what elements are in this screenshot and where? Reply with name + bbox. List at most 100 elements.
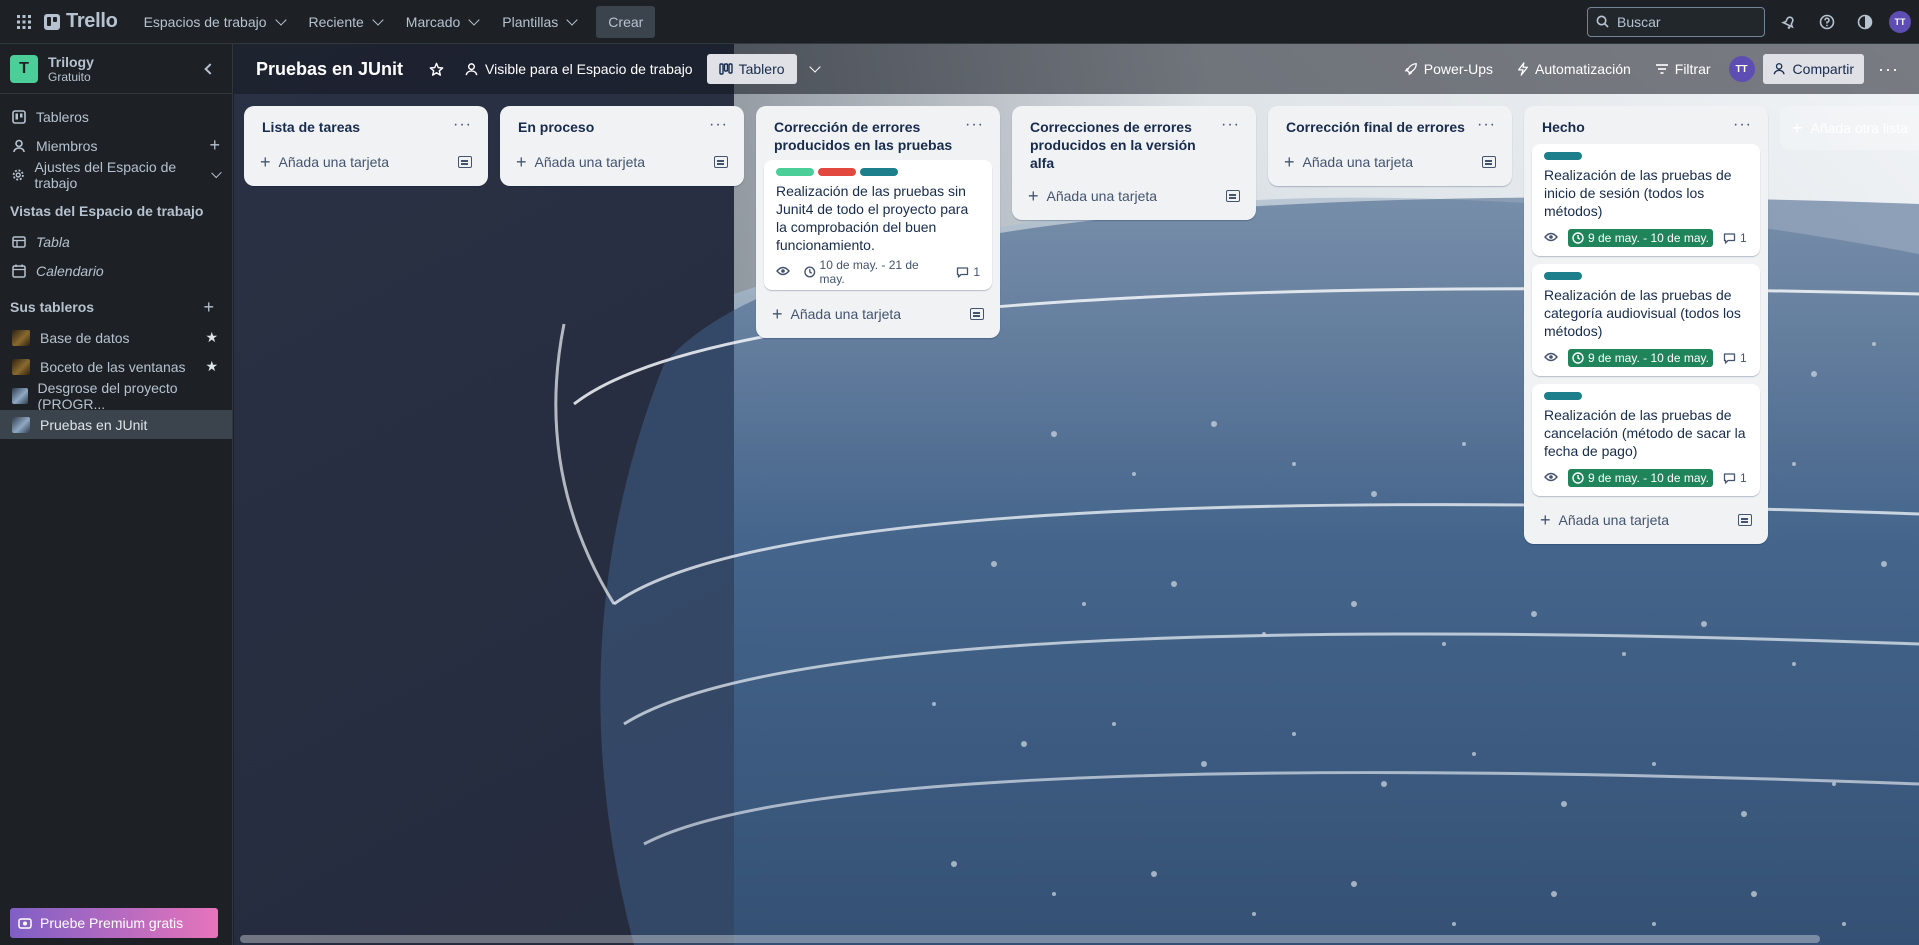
card[interactable]: Realización de las pruebas de inicio de … xyxy=(1532,144,1760,256)
card[interactable]: Realización de las pruebas de categoría … xyxy=(1532,264,1760,376)
due-date-badge[interactable]: 9 de may. - 10 de may. xyxy=(1568,469,1713,487)
add-card-button[interactable]: + Añada una tarjeta xyxy=(764,298,992,330)
chevron-down-icon[interactable] xyxy=(210,167,222,178)
list-menu-icon[interactable]: ··· xyxy=(965,117,984,133)
add-list-button[interactable]: + Añada otra lista xyxy=(1780,106,1919,150)
powerups-button[interactable]: Power-Ups xyxy=(1394,53,1503,85)
sidebar-board-database[interactable]: Base de datos ★ xyxy=(0,323,232,352)
plus-icon: + xyxy=(516,151,527,172)
sidebar-item-settings[interactable]: Ajustes del Espacio de trabajo xyxy=(0,159,232,191)
list-title[interactable]: Corrección final de errores xyxy=(1286,118,1471,136)
card-template-icon[interactable] xyxy=(458,156,472,168)
card-template-icon[interactable] xyxy=(970,308,984,320)
label-teal[interactable] xyxy=(860,168,898,176)
theme-icon[interactable] xyxy=(1851,8,1879,36)
automation-button[interactable]: Automatización xyxy=(1507,53,1641,85)
list-header[interactable]: Correcciones de errores producidos en la… xyxy=(1020,112,1248,178)
card-labels xyxy=(1544,272,1748,280)
trello-logo[interactable]: Trello xyxy=(44,10,118,33)
card-template-icon[interactable] xyxy=(714,156,728,168)
list-header[interactable]: En proceso ··· xyxy=(508,112,736,144)
list-menu-icon[interactable]: ··· xyxy=(1221,117,1240,133)
filter-icon xyxy=(1655,64,1668,74)
add-card-button[interactable]: + Añada una tarjeta xyxy=(252,146,480,178)
create-button[interactable]: Crear xyxy=(596,5,656,38)
add-member-icon[interactable]: + xyxy=(209,135,220,156)
list: Corrección de errores producidos en las … xyxy=(756,106,1000,338)
workspace-header[interactable]: T Trilogy Gratuito xyxy=(0,44,232,94)
sidebar-item-calendar[interactable]: Calendario xyxy=(0,256,232,285)
list-menu-icon[interactable]: ··· xyxy=(453,117,472,133)
sidebar-board-junit[interactable]: Pruebas en JUnit xyxy=(0,410,232,439)
visibility-button[interactable]: Visible para el Espacio de trabajo xyxy=(454,53,703,85)
label-red[interactable] xyxy=(818,168,856,176)
due-date-badge[interactable]: 10 de may. - 21 de may. xyxy=(800,256,946,288)
list-title[interactable]: Corrección de errores producidos en las … xyxy=(774,118,959,154)
bell-icon[interactable] xyxy=(1775,8,1803,36)
add-card-button[interactable]: + Añada una tarjeta xyxy=(1020,180,1248,212)
label-teal[interactable] xyxy=(1544,152,1582,160)
share-label: Compartir xyxy=(1792,61,1855,77)
list-title[interactable]: En proceso xyxy=(518,118,703,136)
list-header[interactable]: Lista de tareas ··· xyxy=(252,112,480,144)
menu-templates[interactable]: Plantillas xyxy=(490,6,588,38)
list-menu-icon[interactable]: ··· xyxy=(1477,117,1496,133)
board-thumbnail xyxy=(12,416,30,433)
due-date-badge[interactable]: 9 de may. - 10 de may. xyxy=(1568,349,1713,367)
sidebar-item-label: Miembros xyxy=(36,137,98,154)
card-labels xyxy=(1544,392,1748,400)
star-filled-icon[interactable]: ★ xyxy=(205,329,218,346)
due-date-badge[interactable]: 9 de may. - 10 de may. xyxy=(1568,229,1713,247)
star-filled-icon[interactable]: ★ xyxy=(205,358,218,375)
horizontal-scrollbar[interactable] xyxy=(240,935,1820,943)
list-title[interactable]: Correcciones de errores producidos en la… xyxy=(1030,118,1215,172)
list-title[interactable]: Hecho xyxy=(1542,118,1727,136)
sidebar-board-sketch[interactable]: Boceto de las ventanas ★ xyxy=(0,352,232,381)
label-teal[interactable] xyxy=(1544,392,1582,400)
list-header[interactable]: Corrección de errores producidos en las … xyxy=(764,112,992,160)
trello-logo-icon xyxy=(44,13,60,30)
add-card-button[interactable]: + Añada una tarjeta xyxy=(1276,146,1504,178)
menu-recent[interactable]: Reciente xyxy=(297,6,394,38)
help-icon[interactable] xyxy=(1813,8,1841,36)
add-card-button[interactable]: + Añada una tarjeta xyxy=(508,146,736,178)
user-avatar[interactable]: TT xyxy=(1889,10,1911,33)
menu-workspaces[interactable]: Espacios de trabajo xyxy=(132,6,297,38)
list-menu-icon[interactable]: ··· xyxy=(709,117,728,133)
card-template-icon[interactable] xyxy=(1482,156,1496,168)
your-boards-heading: Sus tableros + xyxy=(10,296,214,318)
board-menu-icon[interactable]: ··· xyxy=(1868,53,1909,85)
sidebar-item-table[interactable]: Tabla xyxy=(0,227,232,256)
menu-starred[interactable]: Marcado xyxy=(394,6,490,38)
sidebar-item-members[interactable]: Miembros + xyxy=(0,131,232,160)
card-template-icon[interactable] xyxy=(1738,514,1752,526)
label-teal[interactable] xyxy=(1544,272,1582,280)
view-board-button[interactable]: Tablero xyxy=(706,54,797,84)
add-card-button[interactable]: + Añada una tarjeta xyxy=(1532,504,1760,536)
search-input[interactable]: Buscar xyxy=(1587,6,1765,37)
sidebar-item-boards[interactable]: Tableros xyxy=(0,102,232,131)
board-thumbnail xyxy=(12,329,30,346)
card[interactable]: Realización de las pruebas de cancelació… xyxy=(1532,384,1760,496)
share-button[interactable]: Compartir xyxy=(1762,54,1865,84)
star-board-icon[interactable] xyxy=(419,53,454,85)
chevron-down-icon xyxy=(274,13,287,26)
filter-button[interactable]: Filtrar xyxy=(1645,53,1721,85)
list-header[interactable]: Hecho ··· xyxy=(1532,112,1760,144)
board-title[interactable]: Pruebas en JUnit xyxy=(256,59,403,80)
collapse-sidebar-icon[interactable] xyxy=(204,62,216,75)
try-premium-button[interactable]: Pruebe Premium gratis xyxy=(10,908,218,938)
list-title[interactable]: Lista de tareas xyxy=(262,118,447,136)
card-template-icon[interactable] xyxy=(1226,190,1240,202)
card[interactable]: Realización de las pruebas sin Junit4 de… xyxy=(764,160,992,290)
board-member-avatar[interactable]: TT xyxy=(1728,56,1755,82)
apps-grid-icon[interactable] xyxy=(8,6,40,38)
add-board-icon[interactable]: + xyxy=(203,297,214,318)
sidebar-board-breakdown[interactable]: Desgrose del proyecto (PROGR... xyxy=(0,380,232,412)
label-green[interactable] xyxy=(776,168,814,176)
list-menu-icon[interactable]: ··· xyxy=(1733,117,1752,133)
list-header[interactable]: Corrección final de errores ··· xyxy=(1276,112,1504,144)
board-thumbnail xyxy=(12,358,30,375)
view-switcher-button[interactable] xyxy=(797,53,829,85)
chevron-down-icon xyxy=(468,13,480,26)
